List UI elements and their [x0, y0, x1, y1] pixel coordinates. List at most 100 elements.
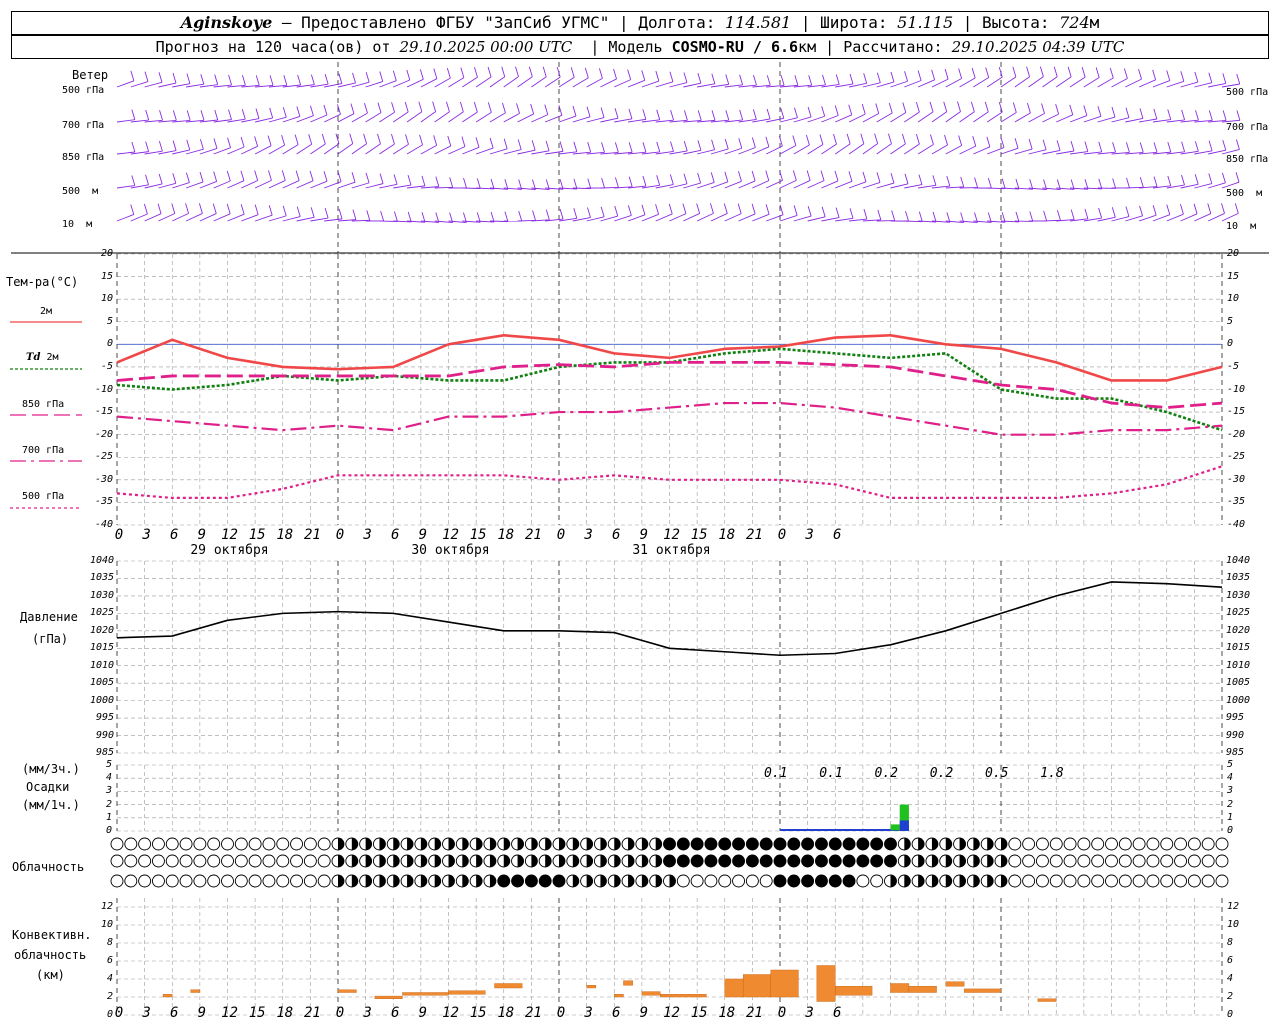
precip-total: 0.5	[985, 766, 1009, 781]
wind-barb-shaft	[793, 144, 810, 155]
wind-barb-feather	[473, 101, 478, 113]
cloud-symbol-fill	[531, 838, 538, 850]
cloud-symbol	[1174, 874, 1188, 888]
wind-barb-shaft	[116, 80, 135, 88]
wind-barb-feather	[1028, 138, 1033, 150]
wind-barb-feather	[917, 70, 922, 81]
wind-barb-feather	[200, 110, 205, 121]
wind-barb-feather	[849, 208, 854, 219]
cloud-symbol	[1035, 854, 1049, 868]
wind-barb-feather	[1125, 142, 1130, 153]
precip-total: 0.1	[819, 766, 843, 781]
cloud-symbol	[207, 854, 221, 868]
cloud-symbol	[303, 874, 317, 888]
wind-barb-shaft	[448, 146, 466, 155]
wind-barb-feather	[905, 210, 909, 222]
wind-barb-feather	[1181, 109, 1186, 121]
wind-barb-feather	[463, 177, 467, 189]
wind-barb-shaft	[973, 146, 991, 155]
wind-barb-shaft	[130, 81, 149, 88]
cloud-symbol-fill	[655, 838, 662, 850]
wind-barb-feather	[902, 102, 907, 113]
x-tick-temp: 0	[335, 527, 345, 543]
wind-barb-feather	[1056, 210, 1061, 221]
wind-barb-feather	[587, 178, 592, 189]
cloud-symbol	[234, 874, 248, 888]
cloud-symbol	[124, 854, 138, 868]
wind-barb-feather	[627, 205, 632, 216]
wind-barb-shaft	[987, 147, 1005, 155]
cloud-symbol-fill	[559, 838, 565, 850]
cloud-symbol	[234, 837, 248, 851]
wind-level-label-right: 500 м	[1226, 188, 1263, 199]
wind-barb-feather	[295, 170, 300, 181]
wind-barb-feather	[1026, 102, 1031, 114]
cloud-symbol	[262, 837, 276, 851]
x-tick-bottom: 18	[718, 1005, 736, 1021]
wind-barb-feather	[145, 174, 149, 185]
wind-barb-feather	[901, 133, 906, 145]
wind-barb-shaft	[1221, 212, 1239, 222]
wind-barb-feather	[130, 204, 135, 215]
conv-cloud-bar	[190, 989, 201, 993]
cloud-symbol-fill	[586, 838, 593, 850]
wind-barb-feather	[158, 173, 163, 185]
cloud-symbol-fill	[655, 855, 662, 867]
wind-barb-feather	[350, 103, 355, 114]
wind-barb-feather	[366, 210, 371, 221]
wind-barb-feather	[863, 208, 868, 220]
cloud-symbol-fill	[1001, 855, 1007, 867]
cloud-symbol-fill	[476, 838, 483, 850]
wind-barb-feather	[655, 204, 660, 215]
cloud-symbol	[732, 837, 746, 851]
wind-barb-feather	[199, 139, 204, 150]
wind-barb-shaft	[503, 112, 520, 123]
cloud-symbol-fill	[931, 875, 938, 887]
wind-barb-feather	[421, 175, 426, 187]
wind-barb-shaft	[959, 145, 976, 155]
wind-barb-shaft	[503, 76, 519, 88]
wind-barb-shaft	[517, 113, 534, 123]
cloud-symbol	[317, 837, 331, 851]
wind-barb-shaft	[406, 144, 423, 155]
cloud-symbol	[718, 854, 732, 868]
cloud-symbol-fill	[351, 855, 358, 867]
wind-barb-feather	[296, 206, 301, 217]
wind-barb-feather	[240, 170, 245, 181]
x-tick-bottom: 15	[248, 1005, 266, 1021]
wind-barb-shaft	[752, 213, 770, 222]
x-tick-bottom: 3	[805, 1005, 814, 1021]
wind-barb-shaft	[766, 214, 784, 222]
wind-barb-feather	[255, 108, 260, 119]
wind-barb-feather	[268, 170, 272, 181]
wind-level-label: 500 м	[62, 186, 99, 197]
wind-barb-feather	[1111, 207, 1116, 218]
cloud-symbol-fill	[600, 855, 607, 867]
precip-tick-right: 0	[1227, 825, 1234, 836]
cloud-symbol	[151, 837, 165, 851]
temp-tick-right: -20	[1227, 428, 1246, 440]
cloud-symbol-fill	[434, 855, 441, 867]
temp-tick-left: 15	[100, 270, 113, 282]
wind-barb-feather	[957, 101, 961, 112]
wind-barb-shaft	[835, 180, 853, 189]
x-tick-bottom: 0	[777, 1005, 787, 1021]
temp-tick-right: 0	[1227, 338, 1234, 350]
wind-barb-feather	[407, 211, 412, 223]
cloud-symbol	[842, 837, 856, 851]
wind-barb-shaft	[904, 143, 920, 155]
wind-barb-feather	[586, 106, 591, 117]
wind-barb-feather	[545, 140, 550, 151]
wind-barb-feather	[352, 209, 357, 220]
wind-barb-feather	[172, 173, 177, 184]
wind-barb-feather	[958, 68, 963, 79]
wind-level-label: 10 м	[62, 219, 93, 230]
wind-barb-feather	[528, 66, 533, 77]
pressure-tick-left: 1030	[90, 589, 115, 601]
wind-barb-feather	[308, 134, 313, 145]
cloud-symbol	[124, 874, 138, 888]
cloud-symbol	[1022, 837, 1036, 851]
cloud-symbol	[1022, 854, 1036, 868]
pressure-tick-right: 985	[1226, 747, 1245, 758]
wind-barb-feather	[351, 172, 356, 183]
